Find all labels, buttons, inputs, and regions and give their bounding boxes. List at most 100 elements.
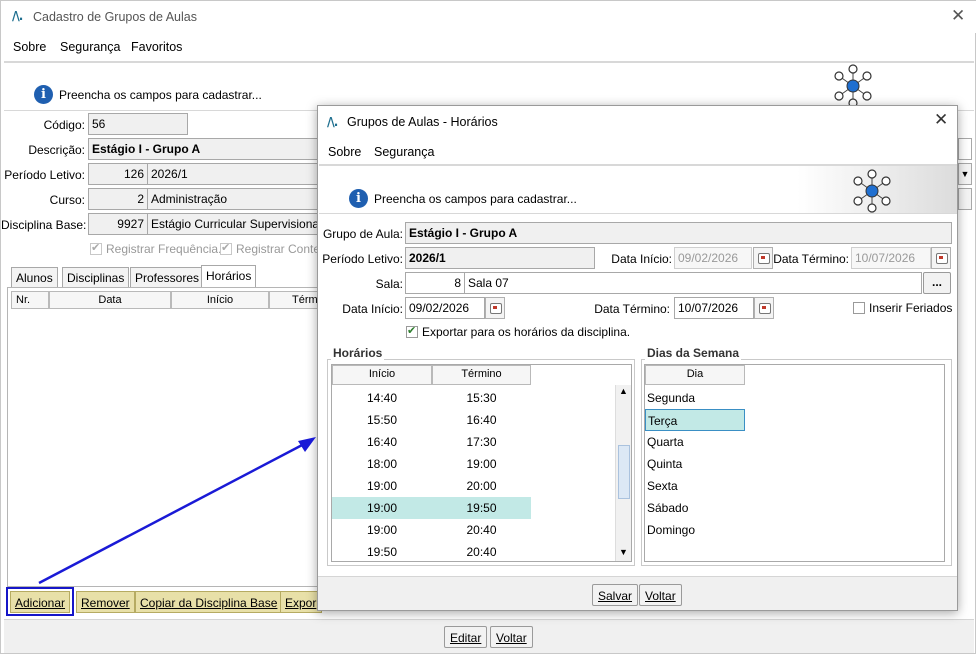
- horario-inicio-cell[interactable]: 19:00: [332, 519, 432, 541]
- curso-value-field[interactable]: Administração: [147, 188, 327, 210]
- dia-cell[interactable]: Sábado: [645, 497, 745, 519]
- main-info-banner: i Preencha os campos para cadastrar...: [4, 61, 974, 111]
- dia-cell[interactable]: Terça: [645, 409, 745, 431]
- registrar-conteudo-checkbox[interactable]: [220, 241, 232, 255]
- horarios-group-title: Horários: [331, 346, 385, 360]
- dias-col-dia: Dia: [645, 365, 745, 385]
- editar-label: Editar: [450, 631, 482, 645]
- dialog-voltar-button[interactable]: Voltar: [639, 584, 682, 606]
- menu-sobre[interactable]: Sobre: [13, 40, 46, 54]
- main-voltar-button[interactable]: Voltar: [490, 626, 533, 648]
- horario-termino-cell[interactable]: 19:50: [432, 497, 531, 519]
- inserir-feriados-label: Inserir Feriados: [869, 301, 953, 315]
- scroll-up-icon[interactable]: ▲: [619, 386, 628, 396]
- dialog-menu-sobre[interactable]: Sobre: [328, 145, 361, 159]
- data-termino-field[interactable]: 10/07/2026: [674, 297, 754, 319]
- codigo-field[interactable]: 56: [88, 113, 188, 135]
- dialog-close-icon[interactable]: ✕: [934, 110, 948, 130]
- data-inicio-label: Data Início:: [342, 302, 403, 316]
- main-menu-bar: Sobre Segurança Favoritos: [1, 35, 976, 57]
- horario-inicio-cell[interactable]: 19:50: [332, 541, 432, 561]
- main-footer-bar: [4, 619, 974, 653]
- exportar-button[interactable]: Expor: [280, 591, 322, 613]
- menu-seguranca[interactable]: Segurança: [60, 40, 120, 54]
- copiar-disciplina-button[interactable]: Copiar da Disciplina Base: [135, 591, 283, 613]
- dia-cell[interactable]: Sexta: [645, 475, 745, 497]
- curso-code-field[interactable]: 2: [88, 188, 148, 210]
- curso-label: Curso:: [49, 193, 85, 207]
- codigo-label: Código:: [43, 118, 85, 132]
- scroll-down-icon[interactable]: ▼: [619, 547, 628, 557]
- horarios-table: Início Término 14:40 15:30 15:50 16:40 16:40…: [331, 364, 632, 562]
- main-info-message: Preencha os campos para cadastrar...: [59, 88, 262, 102]
- sala-label: Sala:: [375, 277, 403, 291]
- horarios-col-termino: Término: [432, 365, 531, 385]
- sala-code-field[interactable]: 8: [405, 272, 465, 294]
- horario-inicio-cell[interactable]: 14:40: [332, 387, 432, 409]
- inserir-feriados-checkbox[interactable]: [853, 302, 865, 314]
- dias-group-title: Dias da Semana: [645, 346, 742, 360]
- periodo-value-field[interactable]: 2026/1: [147, 163, 327, 185]
- descricao-label: Descrição:: [28, 143, 85, 157]
- dialog-data-termino-label: Data Término:: [773, 252, 849, 266]
- editar-button[interactable]: Editar: [444, 626, 488, 648]
- horario-termino-cell[interactable]: 20:40: [432, 541, 531, 561]
- descricao-field[interactable]: Estágio I - Grupo A: [88, 138, 328, 160]
- horario-termino-cell[interactable]: 20:00: [432, 475, 531, 497]
- sala-name-field[interactable]: Sala 07: [464, 272, 922, 294]
- tab-professores[interactable]: Professores: [130, 267, 205, 287]
- disciplina-code-field[interactable]: 9927: [88, 213, 148, 235]
- right-edge-dropdown[interactable]: ▼: [958, 163, 972, 185]
- remover-button[interactable]: Remover: [76, 591, 135, 613]
- horario-termino-cell[interactable]: 20:40: [432, 519, 531, 541]
- sala-lookup-button[interactable]: ...: [923, 272, 951, 294]
- salvar-button[interactable]: Salvar: [592, 584, 639, 606]
- registrar-conteudo-label: Registrar Conte: [236, 242, 321, 256]
- disciplina-value-field[interactable]: Estágio Curricular Supervisionad: [147, 213, 327, 235]
- horario-inicio-cell[interactable]: 19:00: [332, 497, 432, 519]
- registrar-frequencia-checkbox[interactable]: [90, 241, 102, 255]
- grupo-aula-label: Grupo de Aula:: [322, 227, 403, 241]
- horarios-dialog: /\. Grupos de Aulas - Horários ✕ Sobre S…: [317, 105, 958, 611]
- adicionar-button[interactable]: Adicionar: [10, 591, 70, 613]
- dia-cell[interactable]: Quinta: [645, 453, 745, 475]
- dialog-logo-icon: /\.: [327, 115, 338, 129]
- adicionar-label: Adicionar: [15, 596, 66, 610]
- calendar-icon[interactable]: [754, 297, 774, 319]
- horario-termino-cell[interactable]: 19:00: [432, 453, 531, 475]
- col-data: Data: [49, 291, 171, 309]
- horario-termino-cell[interactable]: 16:40: [432, 409, 531, 431]
- tab-disciplinas[interactable]: Disciplinas: [62, 267, 130, 287]
- horario-inicio-cell[interactable]: 15:50: [332, 409, 432, 431]
- tab-alunos[interactable]: Alunos: [11, 267, 58, 287]
- dialog-title: Grupos de Aulas - Horários: [347, 115, 498, 129]
- horarios-scrollbar[interactable]: ▲ ▼: [615, 385, 631, 561]
- horario-termino-cell[interactable]: 15:30: [432, 387, 531, 409]
- tab-horarios[interactable]: Horários: [201, 265, 257, 287]
- close-icon[interactable]: ✕: [951, 6, 965, 26]
- horarios-tab-panel: Nr. Data Início Térmi: [7, 287, 327, 587]
- horario-termino-cell[interactable]: 17:30: [432, 431, 531, 453]
- col-inicio: Início: [171, 291, 269, 309]
- disciplina-base-label: Disciplina Base:: [1, 218, 87, 232]
- periodo-code-field[interactable]: 126: [88, 163, 148, 185]
- horario-inicio-cell[interactable]: 19:00: [332, 475, 432, 497]
- dialog-info-icon: i: [349, 189, 368, 208]
- menu-favoritos[interactable]: Favoritos: [131, 40, 182, 54]
- salvar-label: Salvar: [598, 589, 633, 603]
- dialog-menu-seguranca[interactable]: Segurança: [374, 145, 434, 159]
- exportar-checkbox[interactable]: [406, 324, 418, 338]
- data-inicio-field[interactable]: 09/02/2026: [405, 297, 485, 319]
- remover-label: Remover: [81, 596, 130, 610]
- col-nr: Nr.: [11, 291, 49, 309]
- dia-cell[interactable]: Domingo: [645, 519, 745, 541]
- dia-cell[interactable]: Quarta: [645, 431, 745, 453]
- horario-inicio-cell[interactable]: 18:00: [332, 453, 432, 475]
- right-edge-field-2: [958, 188, 972, 210]
- dialog-network-people-icon: [853, 169, 891, 213]
- periodo-letivo-label: Período Letivo:: [4, 168, 85, 182]
- scroll-thumb[interactable]: [618, 445, 630, 499]
- horario-inicio-cell[interactable]: 16:40: [332, 431, 432, 453]
- dia-cell[interactable]: Segunda: [645, 387, 745, 409]
- calendar-icon[interactable]: [485, 297, 505, 319]
